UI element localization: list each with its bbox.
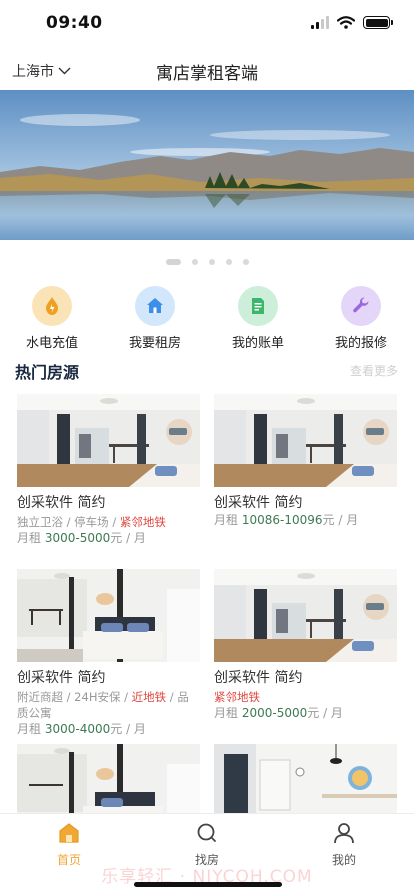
- bill-icon: [238, 286, 278, 326]
- listing-rent: 月租 3000-4000元 / 月: [17, 722, 146, 736]
- rent-value: 3000-4000: [44, 722, 111, 736]
- carousel-dot[interactable]: [165, 259, 181, 265]
- section-title: 热门房源: [15, 363, 80, 382]
- user-icon: [334, 823, 354, 844]
- listing-card[interactable]: 创采软件 简约 紧邻地铁 月租 2000-5000元 / 月: [214, 569, 397, 722]
- status-icons: [311, 16, 393, 29]
- carousel-dot[interactable]: [208, 259, 215, 265]
- listing-rent: 月租 2000-5000元 / 月: [214, 706, 343, 720]
- home-icon: [59, 823, 79, 843]
- apartment-photo: [214, 569, 397, 662]
- flame-icon: [32, 286, 72, 326]
- status-time: 09:40: [46, 13, 103, 33]
- wifi-icon: [337, 16, 355, 29]
- house-icon: [135, 286, 175, 326]
- listing-name: 创采软件 简约: [214, 670, 303, 686]
- hot-listings-header: 热门房源 查看更多: [0, 358, 414, 382]
- subway-tag: 近地铁: [131, 690, 167, 704]
- rent-value: 10086-10096: [241, 513, 323, 527]
- carousel-indicator: [0, 259, 414, 265]
- apartment-photo: [17, 394, 200, 487]
- carousel-dot[interactable]: [242, 259, 249, 265]
- view-more-link[interactable]: 查看更多: [350, 362, 398, 379]
- listing-card[interactable]: 创采软件 简约 独立卫浴 / 停车场 / 紧邻地铁 月租 3000-5000元 …: [17, 394, 200, 547]
- rent-house-button[interactable]: 我要租房: [110, 286, 200, 351]
- subway-tag: 紧邻地铁: [119, 515, 166, 529]
- home-indicator: [134, 882, 282, 887]
- quick-menu: 水电充值 我要租房 我的账单 我的报修: [0, 286, 414, 351]
- listing-name: 创采软件 简约: [17, 495, 106, 511]
- carousel-dot[interactable]: [191, 259, 198, 265]
- listing-card[interactable]: 创采软件 简约 月租 10086-10096元 / 月: [214, 394, 397, 529]
- quick-menu-label: 我要租房: [128, 336, 181, 351]
- subway-tag: 紧邻地铁: [214, 690, 260, 704]
- listing-tags: 紧邻地铁: [214, 689, 397, 705]
- status-bar: 09:40: [0, 0, 414, 50]
- cellular-signal-icon: [311, 16, 329, 29]
- apartment-photo: [214, 394, 397, 487]
- search-icon: [197, 823, 216, 842]
- listing-tags: 独立卫浴 / 停车场 / 紧邻地铁: [17, 515, 166, 529]
- listing-name: 创采软件 简约: [17, 670, 106, 686]
- carousel-dot[interactable]: [225, 259, 232, 265]
- my-bills-button[interactable]: 我的账单: [213, 286, 303, 351]
- listing-rent: 月租 3000-5000元 / 月: [17, 531, 146, 545]
- page-title: 寓店掌租客端: [156, 64, 258, 84]
- apartment-photo: [17, 569, 200, 662]
- utility-recharge-button[interactable]: 水电充值: [7, 286, 97, 351]
- quick-menu-label: 水电充值: [25, 336, 78, 351]
- banner-carousel[interactable]: [0, 90, 414, 240]
- listing-card[interactable]: 创采软件 简约 附近商超 / 24H安保 / 近地铁 / 品质公寓 月租 300…: [17, 569, 200, 738]
- quick-menu-label: 我的账单: [231, 336, 284, 351]
- rent-value: 3000-5000: [44, 531, 111, 545]
- quick-menu-label: 我的报修: [334, 336, 387, 351]
- listing-tags: 附近商超 / 24H安保 / 近地铁 / 品质公寓: [17, 690, 189, 720]
- listing-name: 创采软件 简约: [214, 495, 303, 511]
- listing-rent: 月租 10086-10096元 / 月: [214, 513, 359, 527]
- wrench-icon: [341, 286, 381, 326]
- battery-icon: [363, 16, 393, 29]
- nav-bar: 上海市 寓店掌租客端: [0, 50, 414, 90]
- my-repairs-button[interactable]: 我的报修: [316, 286, 406, 351]
- banner-lake-mountain-image: [0, 90, 414, 240]
- rent-value: 2000-5000: [241, 706, 308, 720]
